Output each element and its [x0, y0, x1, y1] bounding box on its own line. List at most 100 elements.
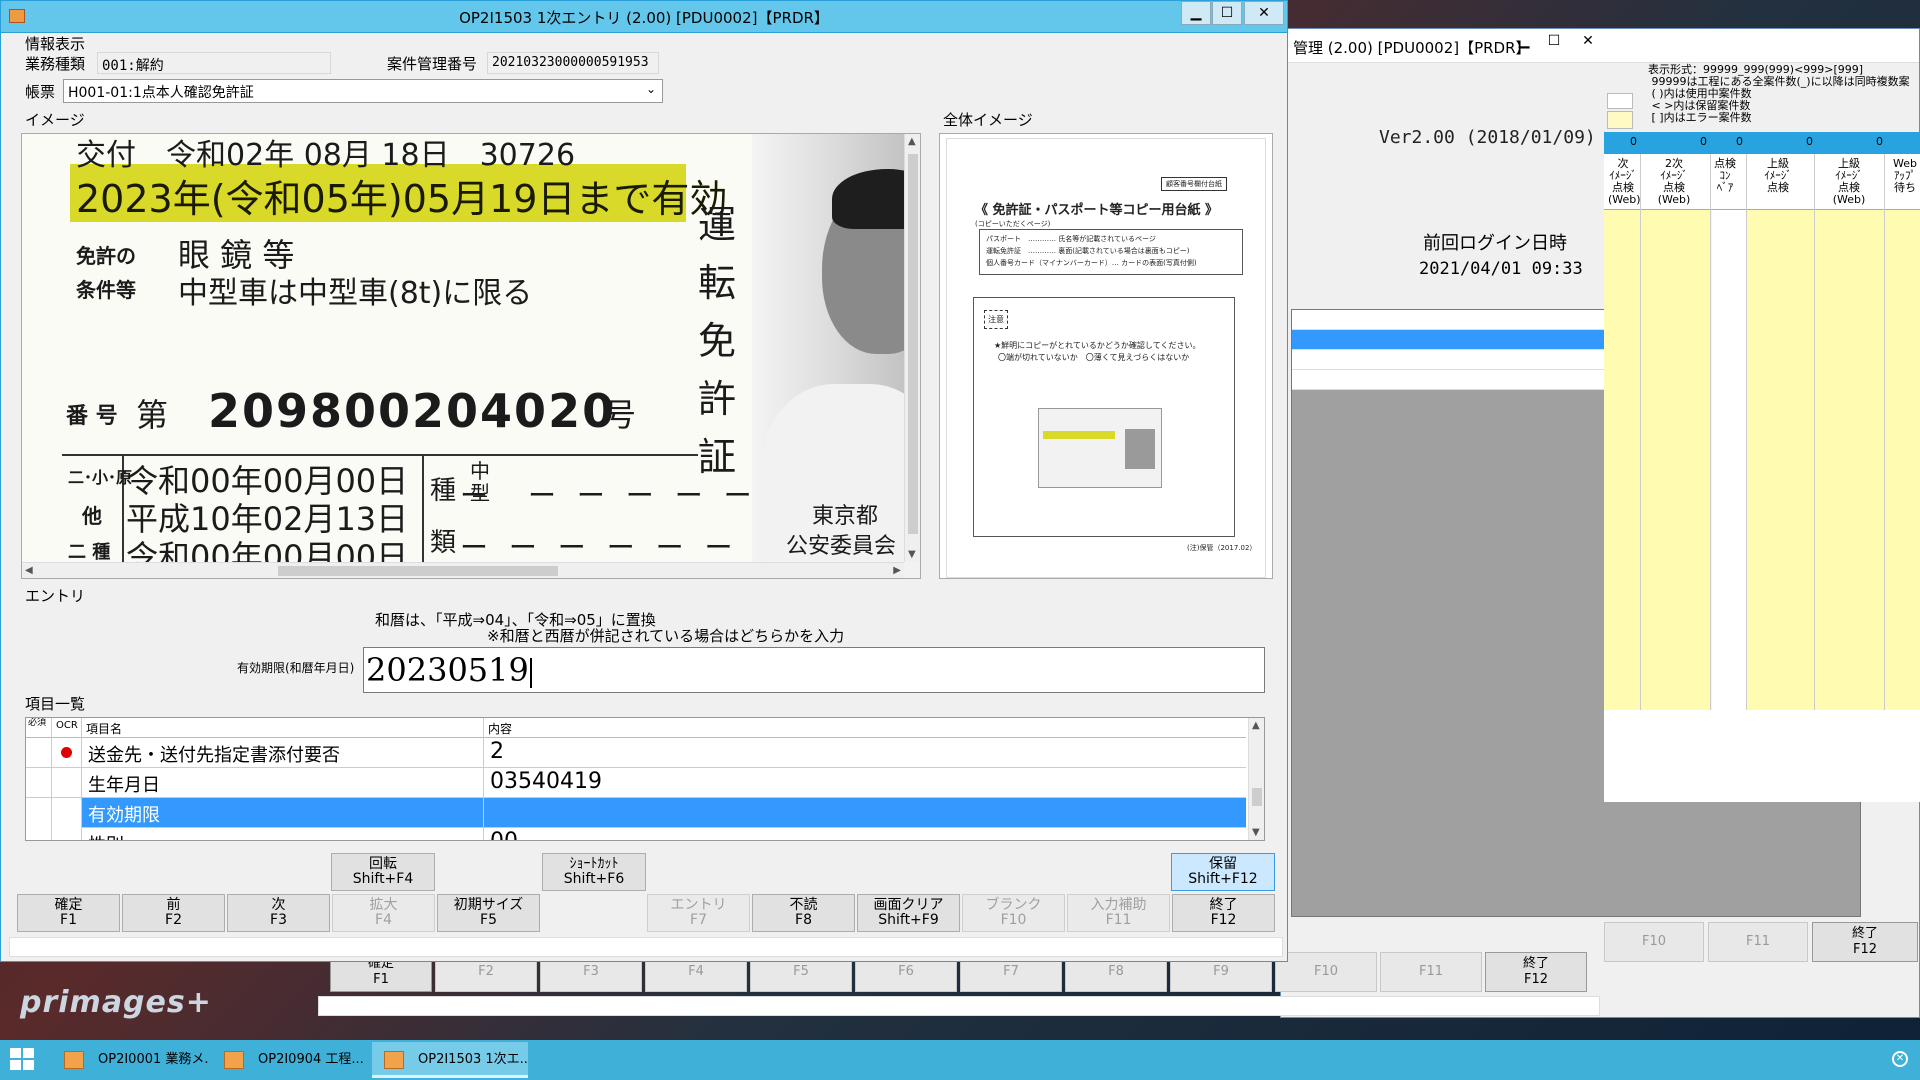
scroll-up-icon[interactable]: ▲: [1252, 720, 1260, 731]
doc-warning: ★鮮明にコピーがとれているかどうか確認してください。: [994, 341, 1201, 350]
thumb-highlight: [1043, 431, 1115, 439]
license-image-viewer[interactable]: 交付 令和02年 08月 18日 30726 2023年(令和05年)05月19…: [21, 133, 921, 579]
expiry-date-input[interactable]: 20230519: [363, 647, 1265, 693]
zoom-button[interactable]: 拡大 F4: [332, 894, 435, 932]
fkey-label: 終了: [1851, 926, 1878, 941]
scroll-thumb[interactable]: [278, 566, 558, 576]
column-header-content: 内容: [484, 718, 1246, 738]
doc-box: パスポート ………… 氏名等が記載されているページ 運転免許証 ………… 裏面(…: [979, 229, 1243, 275]
taskbar-item-primary-entry[interactable]: OP2I1503 1次エ...: [372, 1042, 528, 1078]
input-assist-button[interactable]: 入力補助 F11: [1067, 894, 1170, 932]
desktop-logo: primages+: [20, 985, 212, 1020]
doc-sub: (コピーいただくページ): [975, 220, 1051, 228]
form-select[interactable]: H001-01:1点本人確認免許証 ⌄: [63, 79, 663, 103]
table-row[interactable]: 送金先・送付先指定書添付要否 2: [26, 738, 1246, 768]
doc-line: 運転免許証 ………… 裏面(記載されている場合は裏面もコピー): [986, 247, 1190, 255]
unreadable-button[interactable]: 不読 F8: [752, 894, 855, 932]
fkey-key: F7: [1003, 964, 1019, 979]
item-name-cell: 送金先・送付先指定書添付要否: [82, 738, 484, 768]
process-count-grid[interactable]: 0 0 0 0 0 次 ｲﾒｰｼﾞ 点検 (Web) 2次 ｲﾒｰｼﾞ 点検 (…: [1604, 132, 1920, 802]
scroll-left-icon[interactable]: ◀: [25, 565, 33, 576]
rotate-button[interactable]: 回転 Shift+F4: [331, 853, 435, 891]
previous-button[interactable]: 前 F2: [122, 894, 225, 932]
table-vertical-scrollbar[interactable]: ▲ ▼: [1248, 718, 1264, 840]
image-horizontal-scrollbar[interactable]: ◀ ▶: [22, 562, 904, 578]
button-label: 初期サイズ: [453, 897, 524, 913]
table-row[interactable]: 生年月日 03540419: [26, 768, 1246, 798]
type-dashes: ー ー ー ー ー ー ー: [460, 531, 788, 564]
grid-divider: [1710, 154, 1711, 710]
exit-button[interactable]: 終了 F12: [1172, 894, 1275, 932]
window-titlebar[interactable]: OP2I1503 1次エントリ (2.00) [PDU0002]【PRDR】 ▁…: [1, 1, 1287, 33]
type-label: 類: [430, 528, 457, 558]
notification-icon[interactable]: ✕: [1892, 1051, 1908, 1067]
initial-size-button[interactable]: 初期サイズ F5: [437, 894, 540, 932]
start-tile: [23, 1048, 34, 1058]
back-fkey-f11[interactable]: F11: [1708, 922, 1808, 962]
entry-button[interactable]: エントリ F7: [647, 894, 750, 932]
row-label: 二･小･原: [68, 468, 133, 487]
doc-note-badge: 注意: [984, 310, 1008, 329]
scroll-down-icon[interactable]: ▼: [1252, 827, 1260, 838]
button-key: F1: [60, 912, 77, 928]
close-icon[interactable]: ✕: [1573, 33, 1603, 55]
back-window-titlebar[interactable]: 管理 (2.00) [PDU0002]【PRDR】 ▁ ☐ ✕: [1281, 29, 1919, 63]
grid-count: 0: [1700, 135, 1707, 148]
table-row-selected[interactable]: 有効期限: [26, 798, 1246, 828]
blank-button[interactable]: ブランク F10: [962, 894, 1065, 932]
required-cell: [26, 768, 52, 798]
taskbar-item-label: OP2I0904 工程...: [258, 1052, 364, 1067]
hold-button[interactable]: 保留 Shift+F12: [1171, 853, 1275, 891]
back-fkey-f12[interactable]: 終了 F12: [1485, 952, 1587, 992]
back-fkey-f10[interactable]: F10: [1275, 952, 1377, 992]
scroll-thumb[interactable]: [908, 154, 918, 534]
scroll-up-icon[interactable]: ▲: [908, 136, 916, 147]
table-row[interactable]: 性別 00: [26, 828, 1246, 840]
back-fkey-f11[interactable]: F11: [1380, 952, 1482, 992]
next-button[interactable]: 次 F3: [227, 894, 330, 932]
clear-screen-button[interactable]: 画面クリア Shift+F9: [857, 894, 960, 932]
thumb-photo: [1125, 429, 1155, 469]
expiry-field-label: 有効期限(和暦年月日): [237, 661, 355, 675]
grid-divider: [1746, 154, 1747, 710]
grid-body[interactable]: [1604, 210, 1920, 710]
fkey-label: F11: [1745, 934, 1771, 949]
number-suffix: 号: [604, 396, 637, 434]
image-vertical-scrollbar[interactable]: ▲ ▼: [904, 134, 920, 562]
close-icon[interactable]: ✕: [1244, 1, 1284, 25]
form-label: 帳票: [25, 83, 56, 101]
button-key: F11: [1105, 912, 1132, 928]
shortcut-button[interactable]: ｼｮｰﾄｶｯﾄ Shift+F6: [542, 853, 646, 891]
full-image-page: 顧客番号欄付台紙 《 免許証・パスポート等コピー用台紙 》 (コピーいただくペー…: [946, 138, 1266, 578]
button-key: F8: [795, 912, 812, 928]
button-label: エントリ: [670, 897, 727, 913]
windows-start-icon[interactable]: [10, 1048, 36, 1072]
scroll-down-icon[interactable]: ▼: [908, 549, 916, 560]
back-statusbar: [318, 996, 1600, 1016]
back-fkey-f12[interactable]: 終了 F12: [1812, 922, 1918, 962]
primary-entry-window[interactable]: OP2I1503 1次エントリ (2.00) [PDU0002]【PRDR】 ▁…: [0, 0, 1288, 962]
grid-column-blank: [1712, 210, 1746, 710]
maximize-icon[interactable]: ☐: [1212, 1, 1242, 25]
button-label: ｼｮｰﾄｶｯﾄ: [569, 856, 619, 872]
maximize-icon[interactable]: ☐: [1539, 33, 1569, 55]
confirm-button[interactable]: 確定 F1: [17, 894, 120, 932]
condition-label-1: 免許の: [76, 244, 136, 268]
ocr-cell: [52, 738, 82, 768]
taskbar-item-business-menu[interactable]: OP2I0001 業務メ...: [52, 1042, 208, 1078]
validity-text: 2023年(令和05年)05月19日まで有効: [76, 177, 728, 221]
back-fkey-f10[interactable]: F10: [1604, 922, 1704, 962]
required-cell: [26, 828, 52, 840]
taskbar-item-process[interactable]: OP2I0904 工程...: [212, 1042, 368, 1078]
grid-header-cell: Web ｱｯﾌﾟ 待ち: [1893, 157, 1917, 194]
scroll-thumb[interactable]: [1252, 788, 1262, 806]
minimize-icon[interactable]: ▁: [1181, 1, 1211, 25]
scroll-right-icon[interactable]: ▶: [893, 565, 901, 576]
items-table[interactable]: 必須 OCR 項目名 内容 送金先・送付先指定書添付要否 2 生年月日 0354…: [25, 717, 1265, 841]
minimize-icon[interactable]: ▁: [1509, 33, 1539, 55]
button-label: 終了: [1209, 897, 1238, 913]
fkey-key: F4: [688, 964, 704, 979]
full-image-viewer[interactable]: 顧客番号欄付台紙 《 免許証・パスポート等コピー用台紙 》 (コピーいただくペー…: [939, 133, 1273, 579]
item-name-cell: 性別: [82, 828, 484, 840]
ocr-cell: [52, 768, 82, 798]
